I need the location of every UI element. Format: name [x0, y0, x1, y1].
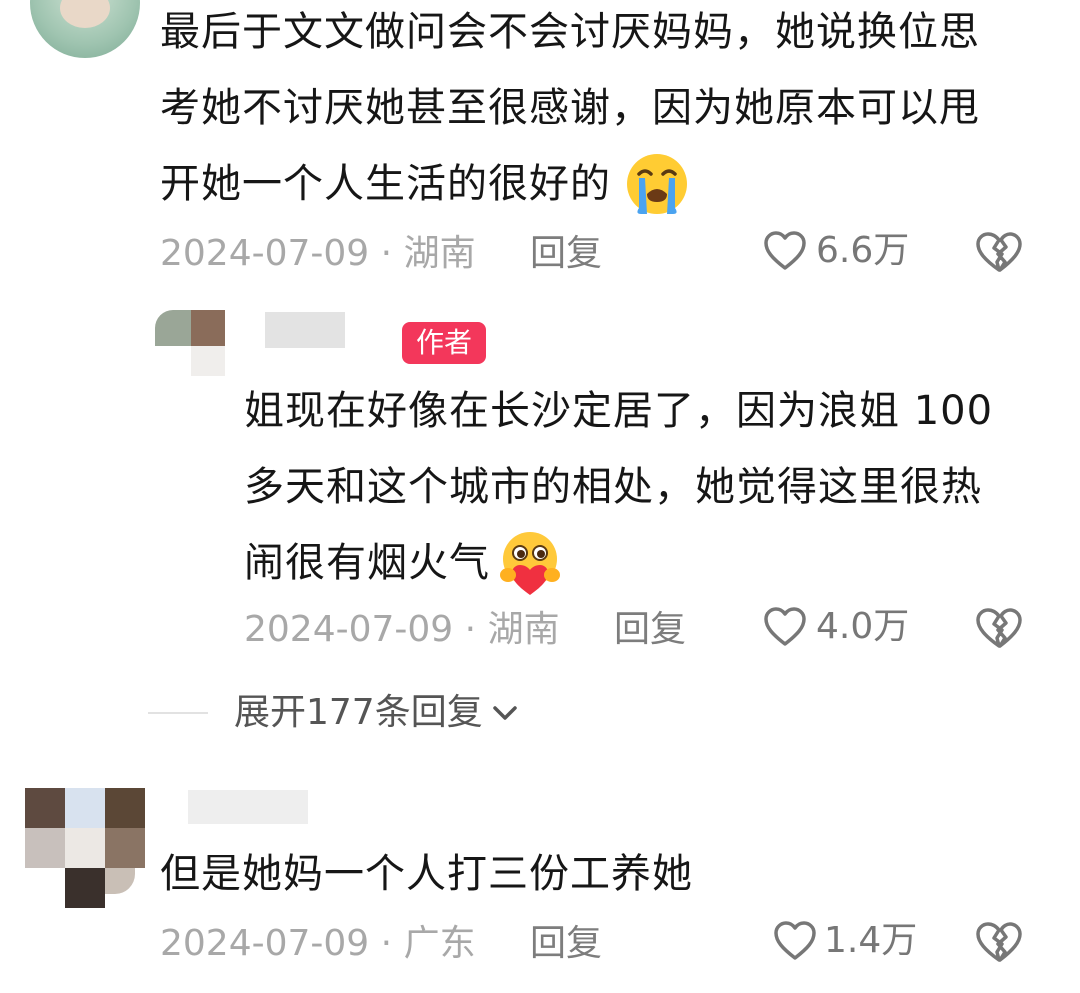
comment-text: 最后于文文做问会不会讨厌妈妈，她说换位思 考她不讨厌她甚至很感谢，因为她原本可以… — [160, 0, 1050, 222]
comment-text: 姐现在好像在长沙定居了，因为浪姐 100 多天和这个城市的相处，她觉得这里很热 … — [244, 373, 1054, 601]
dislike-button[interactable] — [974, 228, 1024, 276]
comment-location: 湖南 — [487, 609, 560, 650]
broken-heart-icon — [974, 918, 1024, 966]
comment-text-line: 最后于文文做问会不会讨厌妈妈，她说换位思 — [160, 9, 980, 55]
heart-icon — [772, 918, 818, 964]
like-count: 1.4万 — [824, 920, 918, 961]
comment-meta: 2024-07-09 · 湖南 — [160, 233, 476, 274]
comment-text-line: 考她不讨厌她甚至很感谢，因为她原本可以甩 — [160, 85, 980, 131]
avatar[interactable] — [30, 0, 140, 58]
heart-icon — [762, 228, 808, 274]
broken-heart-icon — [974, 228, 1024, 276]
comment-1: 最后于文文做问会不会讨厌妈妈，她说换位思 考她不讨厌她甚至很感谢，因为她原本可以… — [0, 0, 1080, 290]
heart-icon — [762, 604, 808, 650]
like-button[interactable]: 4.0万 — [762, 604, 909, 650]
reply-button[interactable]: 回复 — [530, 234, 602, 274]
hugging-heart-face-icon — [494, 529, 566, 597]
comment-meta: 2024-07-09 · 湖南 — [244, 609, 560, 650]
comment-text-line: 开她一个人生活的很好的 — [160, 146, 1050, 222]
comment-location: 广东 — [403, 923, 476, 964]
reply-button[interactable]: 回复 — [614, 610, 686, 650]
reply-button[interactable]: 回复 — [530, 924, 602, 964]
comment-location: 湖南 — [403, 233, 476, 274]
like-count: 4.0万 — [816, 606, 910, 647]
dislike-button[interactable] — [974, 604, 1024, 652]
comment-date: 2024-07-09 — [160, 923, 370, 964]
comment-3: 但是她妈一个人打三份工养她 2024-07-09 · 广东 回复 1.4万 — [0, 780, 1080, 993]
author-badge-label: 作者 — [416, 326, 473, 359]
avatar[interactable] — [25, 788, 145, 908]
comment-text-line: 但是她妈一个人打三份工养她 — [160, 851, 693, 897]
chevron-down-icon — [491, 703, 519, 723]
username-blurred — [188, 790, 308, 824]
dislike-button[interactable] — [974, 918, 1024, 966]
divider-line — [148, 712, 208, 714]
username-blurred — [265, 312, 345, 348]
loudly-crying-face-icon — [625, 152, 689, 216]
like-count: 6.6万 — [816, 230, 910, 271]
comment-text-line: 姐现在好像在长沙定居了，因为浪姐 100 — [244, 388, 994, 434]
comment-date: 2024-07-09 — [160, 233, 370, 274]
expand-replies[interactable]: 展开177条回复 — [148, 692, 519, 734]
avatar[interactable] — [155, 310, 225, 380]
expand-replies-label: 展开177条回复 — [234, 692, 483, 733]
comment-2: 作者 姐现在好像在长沙定居了，因为浪姐 100 多天和这个城市的相处，她觉得这里… — [0, 290, 1080, 660]
comment-text-line: 多天和这个城市的相处，她觉得这里很热 — [244, 464, 982, 510]
author-badge: 作者 — [402, 322, 487, 364]
comment-date: 2024-07-09 — [244, 609, 454, 650]
like-button[interactable]: 6.6万 — [762, 228, 909, 274]
like-button[interactable]: 1.4万 — [772, 918, 917, 964]
comment-text-line: 闹很有烟火气 — [244, 525, 1054, 601]
comment-text: 但是她妈一个人打三份工养她 — [160, 836, 1050, 912]
broken-heart-icon — [974, 604, 1024, 652]
comment-meta: 2024-07-09 · 广东 — [160, 923, 476, 964]
